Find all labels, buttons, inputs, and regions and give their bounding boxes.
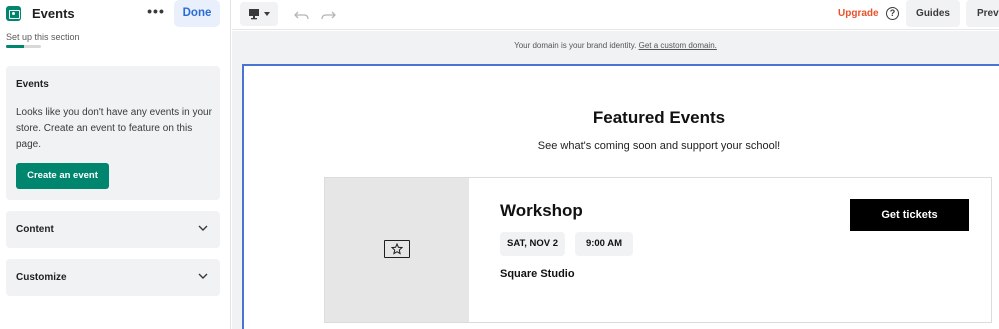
undo-button[interactable] xyxy=(290,2,314,26)
star-frame-icon xyxy=(384,240,410,258)
chevron-down-icon xyxy=(198,225,208,231)
help-icon[interactable]: ? xyxy=(886,7,899,20)
undo-icon xyxy=(294,11,309,20)
event-card[interactable]: Workshop SAT, NOV 2 9:00 AM Square Studi… xyxy=(324,177,992,323)
event-location: Square Studio xyxy=(500,268,575,280)
preview-button[interactable]: Preview xyxy=(966,0,999,27)
redo-icon xyxy=(321,11,336,20)
desktop-icon xyxy=(249,9,270,20)
domain-notice: Your domain is your brand identity. Get … xyxy=(232,41,999,50)
content-section-toggle[interactable]: Content xyxy=(6,211,220,248)
redo-button[interactable] xyxy=(316,2,340,26)
upgrade-link[interactable]: Upgrade xyxy=(838,8,879,19)
more-options-button[interactable]: ••• xyxy=(147,4,165,22)
event-time-badge: 9:00 AM xyxy=(575,232,633,256)
events-panel: Events Looks like you don't have any eve… xyxy=(6,66,220,200)
editor-toolbar: Upgrade ? Guides Preview xyxy=(232,0,999,30)
setup-progress-bar xyxy=(6,45,41,48)
chevron-down-icon xyxy=(198,273,208,279)
event-name: Workshop xyxy=(500,201,583,220)
create-event-button[interactable]: Create an event xyxy=(16,163,109,189)
featured-events-section[interactable]: Featured Events See what's coming soon a… xyxy=(242,64,999,329)
setup-progress-fill xyxy=(6,45,24,48)
section-subtitle: See what's coming soon and support your … xyxy=(537,140,781,152)
content-section-label: Content xyxy=(16,224,54,235)
guides-button[interactable]: Guides xyxy=(906,0,960,27)
sidebar-title: Events xyxy=(32,6,75,21)
customize-section-toggle[interactable]: Customize xyxy=(6,259,220,296)
done-button[interactable]: Done xyxy=(174,0,220,27)
events-panel-heading: Events xyxy=(16,79,49,90)
setup-status-text: Set up this section xyxy=(6,32,80,42)
sidebar-header: Events ••• Done xyxy=(0,0,231,30)
event-image-placeholder xyxy=(325,178,469,322)
editor-sidebar: Events ••• Done Set up this section Even… xyxy=(0,0,231,329)
get-tickets-button[interactable]: Get tickets xyxy=(850,199,969,231)
custom-domain-link[interactable]: Get a custom domain. xyxy=(639,41,717,50)
domain-notice-text: Your domain is your brand identity. xyxy=(514,41,637,50)
device-selector-button[interactable] xyxy=(240,2,278,26)
customize-section-label: Customize xyxy=(16,272,67,283)
editor-canvas: Your domain is your brand identity. Get … xyxy=(232,31,999,329)
event-date-badge: SAT, NOV 2 xyxy=(500,232,565,256)
section-title: Featured Events xyxy=(592,108,726,127)
ticket-icon xyxy=(6,6,21,21)
events-panel-message: Looks like you don't have any events in … xyxy=(16,107,212,150)
